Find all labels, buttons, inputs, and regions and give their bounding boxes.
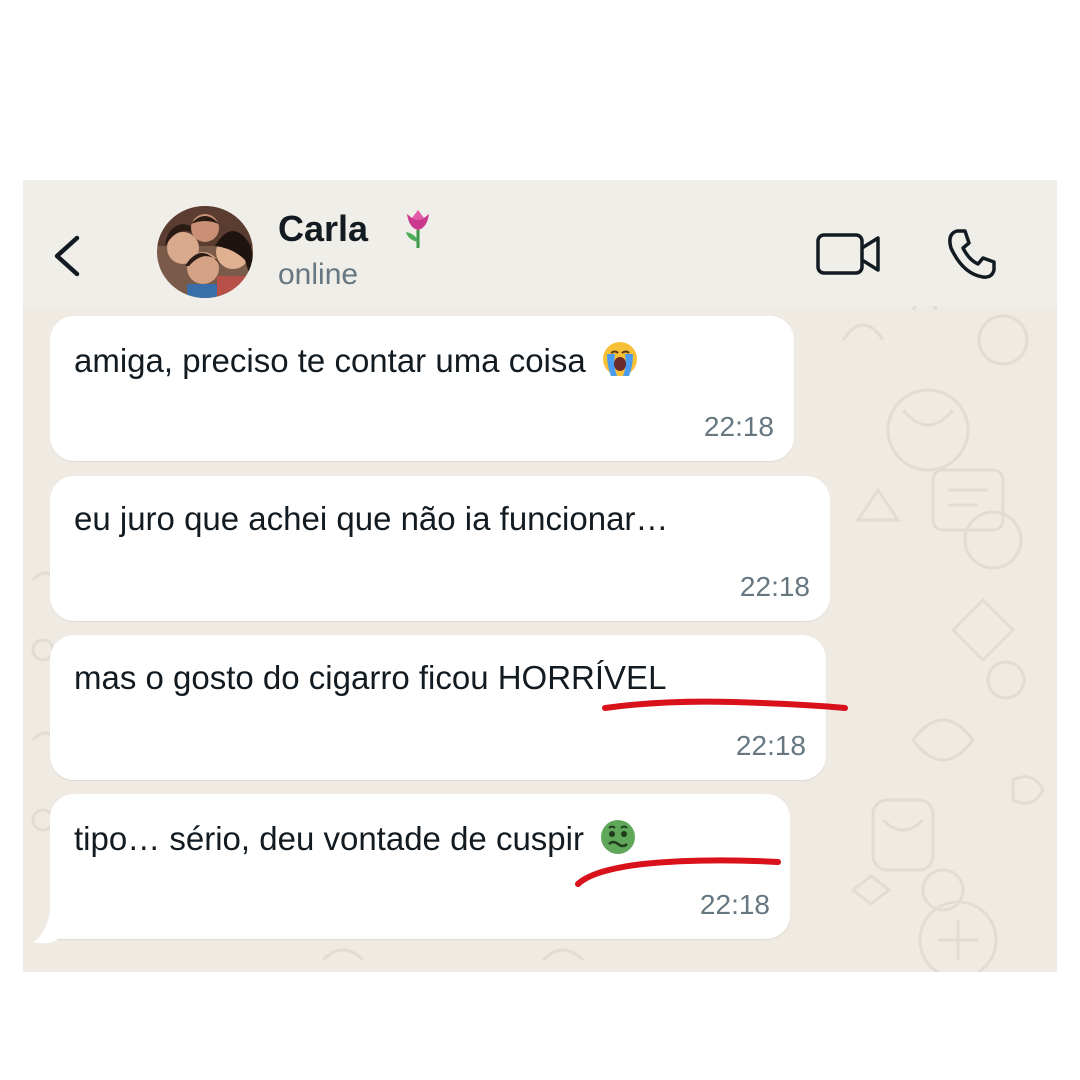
message-bubble[interactable]: amiga, preciso te contar uma coisa 22:18 — [50, 316, 794, 461]
message-text: eu juro que achei que não ia funcionar… — [74, 500, 669, 537]
contact-status: online — [278, 258, 359, 291]
bubble-tail — [33, 906, 59, 944]
chat-header: Carla online — [23, 180, 1057, 306]
message-text: mas o gosto do cigarro ficou HORRÍVEL — [74, 659, 667, 696]
loudly-crying-face-emoji — [602, 342, 637, 376]
message-text: amiga, preciso te contar uma coisa — [74, 340, 639, 380]
tulip-emoji — [406, 210, 429, 248]
message-time: 22:18 — [735, 730, 806, 761]
message-time: 22:18 — [703, 411, 774, 442]
video-call-icon[interactable] — [815, 228, 883, 280]
chevron-left-icon[interactable] — [49, 232, 85, 280]
message-bubble[interactable]: mas o gosto do cigarro ficou HORRÍVEL 22… — [50, 635, 826, 780]
contact-name[interactable]: Carla — [278, 208, 368, 250]
message-time: 22:18 — [739, 571, 810, 602]
avatar[interactable] — [157, 206, 253, 298]
message-bubble[interactable]: eu juro que achei que não ia funcionar… … — [50, 476, 830, 621]
message-time: 22:18 — [699, 889, 770, 920]
message-bubble[interactable]: tipo… sério, deu vontade de cuspir 22:18 — [50, 794, 790, 939]
nauseated-face-emoji — [601, 820, 636, 854]
phone-icon[interactable] — [943, 226, 999, 282]
message-text: tipo… sério, deu vontade de cuspir — [74, 818, 637, 858]
chat-window: Carla online amiga, preciso te contar um… — [23, 180, 1057, 972]
